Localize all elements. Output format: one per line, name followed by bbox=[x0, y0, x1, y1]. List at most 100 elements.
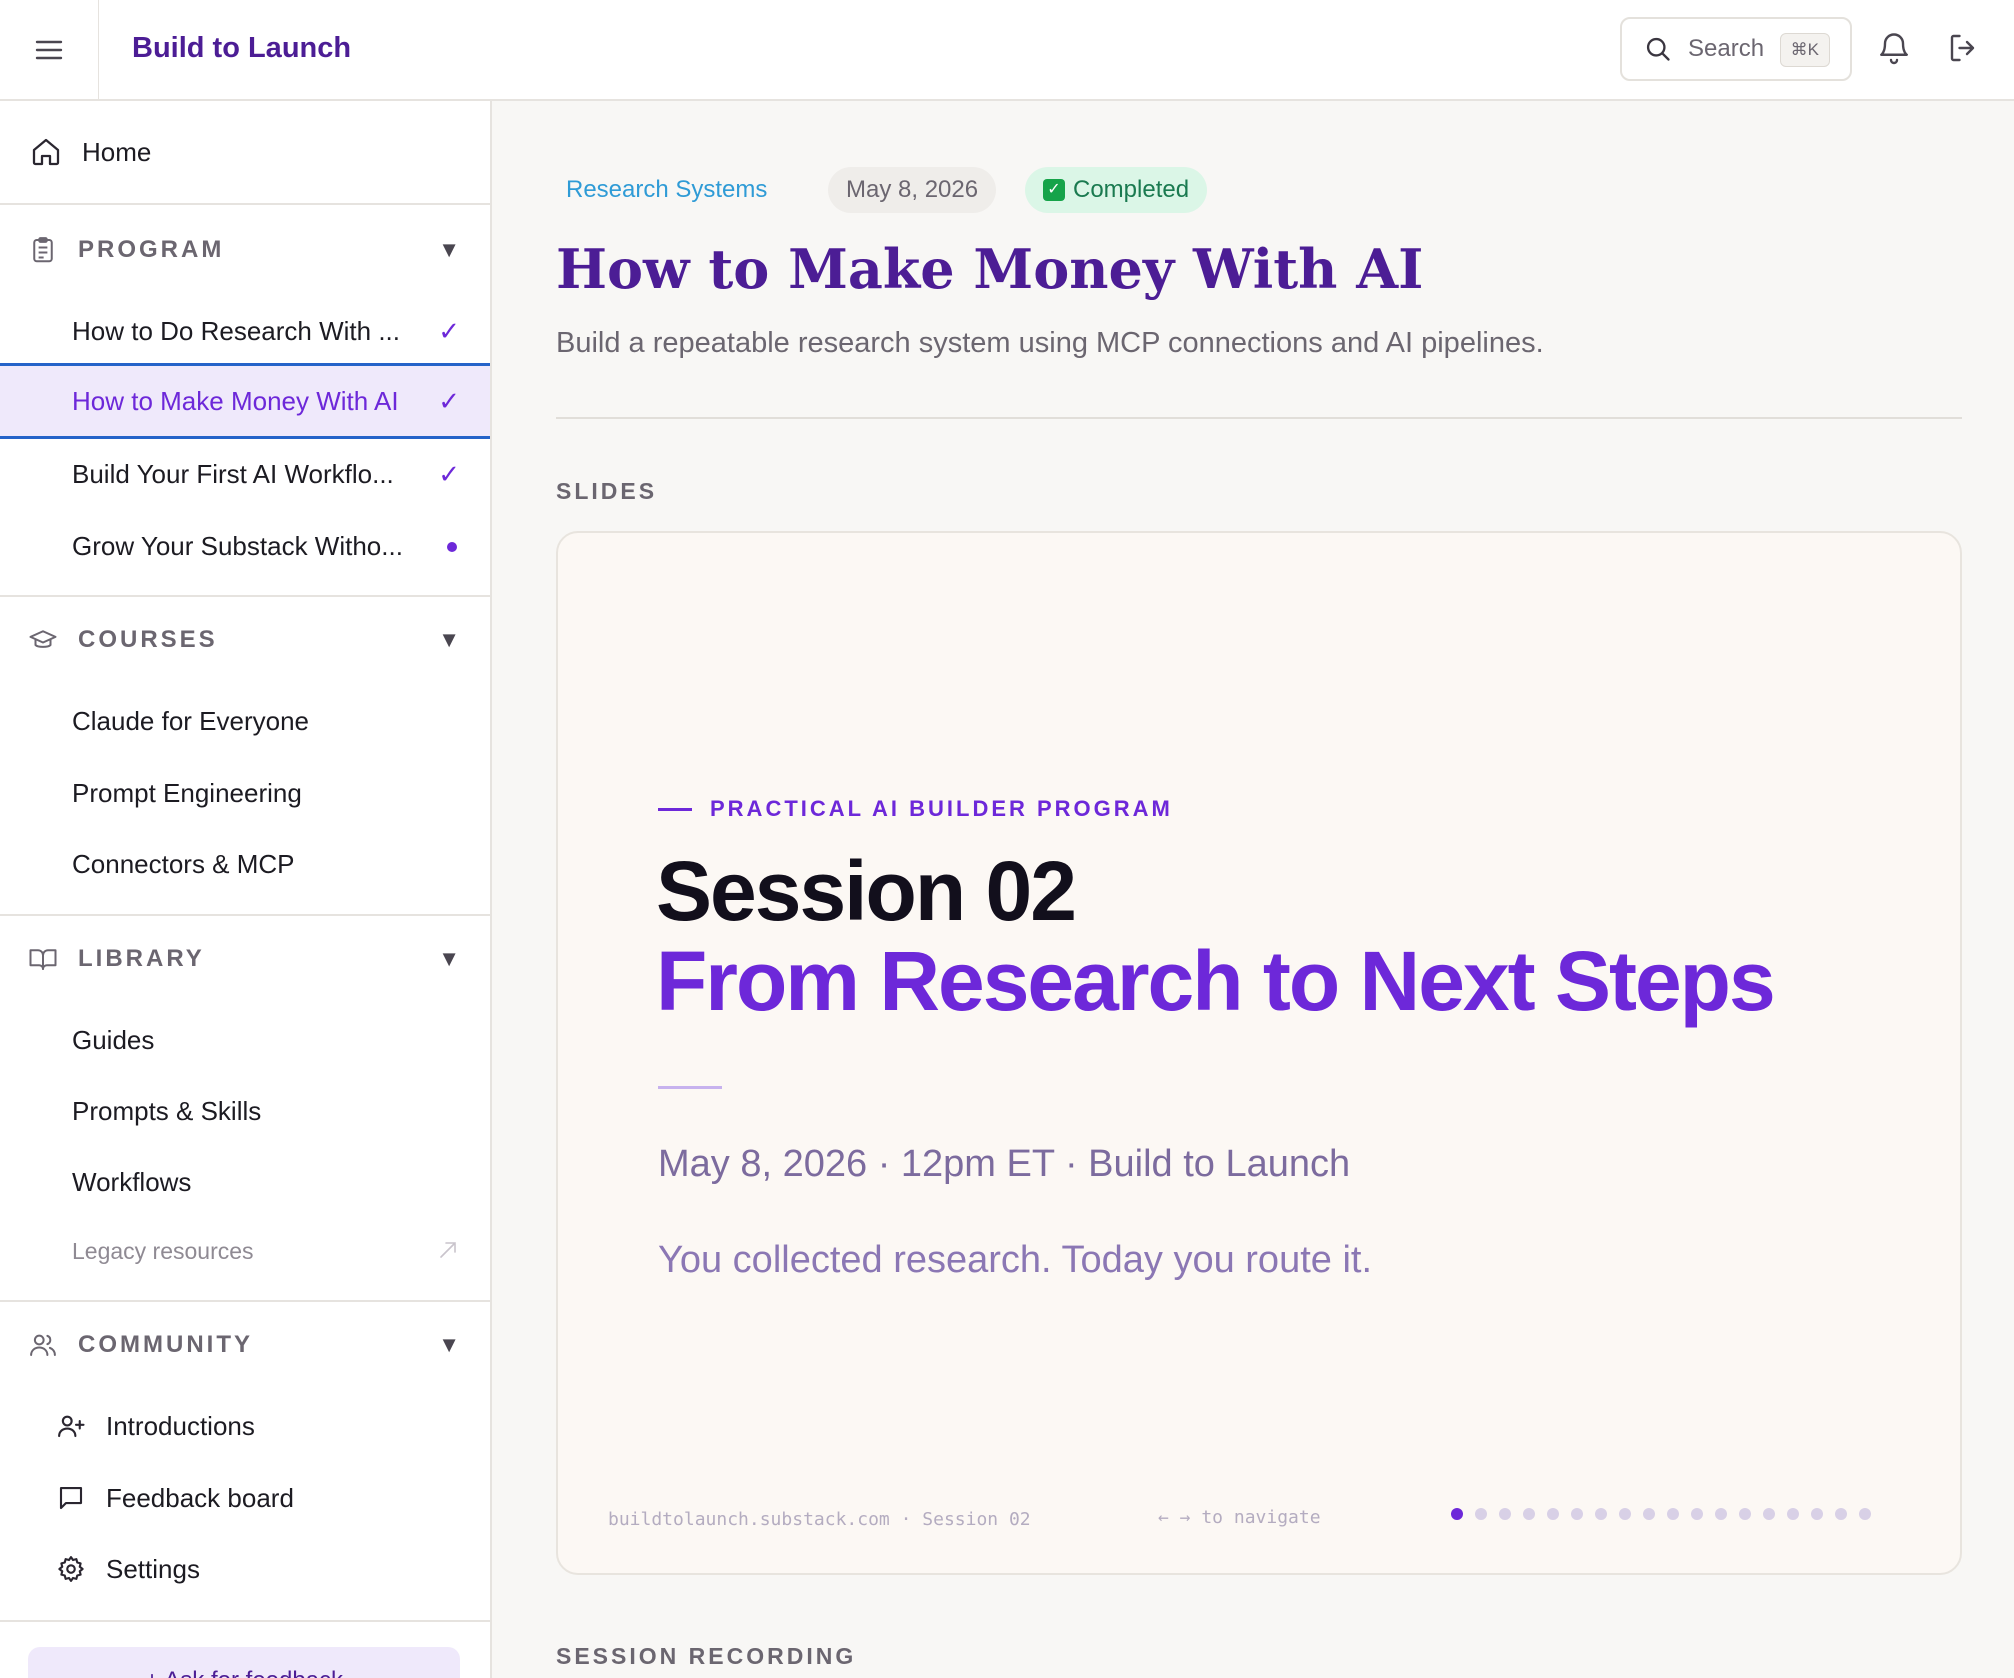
check-icon: ✓ bbox=[438, 316, 460, 346]
brand-title[interactable]: Build to Launch bbox=[132, 32, 351, 65]
slide-dot[interactable] bbox=[1595, 1508, 1607, 1520]
section-program-toggle[interactable]: PROGRAM ▼ bbox=[0, 215, 490, 285]
sidebar-item-program-money[interactable]: How to Make Money With AI ✓ bbox=[0, 363, 490, 439]
sidebar-item-feedback-board[interactable]: Feedback board bbox=[0, 1465, 490, 1531]
slide-eyebrow: PRACTICAL AI BUILDER PROGRAM bbox=[658, 796, 1173, 822]
hamburger-icon bbox=[35, 40, 63, 60]
sidebar-item-library-legacy[interactable]: Legacy resources bbox=[0, 1218, 490, 1284]
sidebar-item-course-prompt[interactable]: Prompt Engineering bbox=[0, 760, 490, 826]
slide-subtitle: From Research to Next Steps bbox=[656, 934, 1776, 1028]
sign-out-button[interactable] bbox=[1946, 30, 1982, 66]
sidebar-item-introductions[interactable]: Introductions bbox=[0, 1393, 490, 1459]
caret-down-icon: ▼ bbox=[438, 1332, 460, 1357]
sidebar-item-course-mcp[interactable]: Connectors & MCP bbox=[0, 831, 490, 897]
search-icon bbox=[1646, 37, 1670, 61]
sidebar-item-course-claude[interactable]: Claude for Everyone bbox=[0, 688, 490, 754]
section-courses-toggle[interactable]: COURSES ▼ bbox=[0, 605, 490, 675]
slide-meta: May 8, 2026 · 12pm ET · Build to Launch bbox=[658, 1143, 1351, 1185]
slides-heading: SLIDES bbox=[556, 478, 658, 504]
menu-button[interactable] bbox=[0, 0, 99, 100]
section-community-toggle[interactable]: COMMUNITY ▼ bbox=[0, 1310, 490, 1380]
search-shortcut: ⌘K bbox=[1779, 33, 1830, 67]
slide-pagination bbox=[1451, 1508, 1883, 1522]
slide-dot[interactable] bbox=[1619, 1508, 1631, 1520]
slide-viewer[interactable]: PRACTICAL AI BUILDER PROGRAM Session 02 … bbox=[556, 531, 1962, 1575]
section-label: COURSES bbox=[78, 626, 218, 653]
in-progress-dot bbox=[447, 542, 457, 552]
slide-nav-hint: ← → to navigate bbox=[1158, 1507, 1321, 1528]
slide-footer: buildtolaunch.substack.com · Session 02 bbox=[608, 1509, 1031, 1530]
top-bar: Build to Launch Search ⌘K bbox=[0, 0, 2014, 101]
slide-dot[interactable] bbox=[1691, 1508, 1703, 1520]
caret-down-icon: ▼ bbox=[438, 627, 460, 652]
slide-dot[interactable] bbox=[1787, 1508, 1799, 1520]
page-subtitle: Build a repeatable research system using… bbox=[556, 327, 1544, 359]
slide-dot[interactable] bbox=[1811, 1508, 1823, 1520]
slide-tagline: You collected research. Today you route … bbox=[658, 1239, 1373, 1281]
slide-dot[interactable] bbox=[1763, 1508, 1775, 1520]
search-label: Search bbox=[1688, 35, 1765, 62]
slide-dot[interactable] bbox=[1547, 1508, 1559, 1520]
sidebar-item-label: Home bbox=[82, 136, 152, 167]
slide-dot[interactable] bbox=[1643, 1508, 1655, 1520]
main-content: Research Systems May 8, 2026 ✓ Completed… bbox=[492, 101, 2014, 1678]
nav-item-label: Settings bbox=[106, 1553, 200, 1584]
slide-dot[interactable] bbox=[1667, 1508, 1679, 1520]
category-tag[interactable]: Research Systems bbox=[548, 167, 785, 213]
eyebrow-line bbox=[658, 807, 692, 811]
home-icon bbox=[32, 138, 60, 166]
divider bbox=[0, 914, 490, 916]
slide-dot[interactable] bbox=[1571, 1508, 1583, 1520]
sidebar-item-program-workflow[interactable]: Build Your First AI Workflo... ✓ bbox=[0, 441, 490, 507]
nav-item-label: Grow Your Substack Witho... bbox=[72, 530, 403, 561]
sidebar-item-program-substack[interactable]: Grow Your Substack Witho... bbox=[0, 513, 490, 579]
status-badge: ✓ Completed bbox=[1025, 167, 1208, 213]
slide-dot[interactable] bbox=[1739, 1508, 1751, 1520]
check-box-icon: ✓ bbox=[1043, 179, 1065, 201]
nav-item-label: Feedback board bbox=[106, 1482, 294, 1513]
nav-item-label: How to Do Research With ... bbox=[72, 315, 400, 346]
sidebar-item-settings[interactable]: Settings bbox=[0, 1536, 490, 1602]
sidebar-item-home[interactable]: Home bbox=[0, 101, 490, 205]
notifications-button[interactable] bbox=[1876, 30, 1912, 66]
divider bbox=[0, 1300, 490, 1302]
nav-item-label: Prompts & Skills bbox=[72, 1095, 262, 1126]
nav-item-label: Legacy resources bbox=[72, 1237, 254, 1264]
section-label: PROGRAM bbox=[78, 236, 225, 263]
eyebrow-label: PRACTICAL AI BUILDER PROGRAM bbox=[710, 796, 1173, 821]
search-button[interactable]: Search ⌘K bbox=[1620, 17, 1852, 81]
nav-item-label: Introductions bbox=[106, 1410, 255, 1441]
graduation-cap-icon bbox=[29, 630, 57, 648]
divider bbox=[556, 417, 1962, 419]
ask-feedback-button[interactable]: + Ask for feedback bbox=[28, 1647, 460, 1678]
slide-dot[interactable] bbox=[1475, 1508, 1487, 1520]
sidebar: Home PROGRAM ▼ How to Do Research With .… bbox=[0, 101, 492, 1678]
clipboard-icon bbox=[33, 237, 53, 263]
check-icon: ✓ bbox=[438, 459, 460, 489]
sidebar-item-program-research[interactable]: How to Do Research With ... ✓ bbox=[0, 298, 490, 364]
slide-dot[interactable] bbox=[1499, 1508, 1511, 1520]
slide-dot[interactable] bbox=[1451, 1508, 1463, 1520]
message-square-icon bbox=[59, 1486, 83, 1510]
gear-icon bbox=[58, 1556, 84, 1582]
sidebar-item-library-prompts[interactable]: Prompts & Skills bbox=[0, 1078, 490, 1144]
section-label: COMMUNITY bbox=[78, 1331, 253, 1358]
divider bbox=[0, 595, 490, 597]
user-plus-icon bbox=[58, 1415, 85, 1438]
sidebar-item-library-guides[interactable]: Guides bbox=[0, 1007, 490, 1073]
slide-dot[interactable] bbox=[1715, 1508, 1727, 1520]
caret-down-icon: ▼ bbox=[438, 946, 460, 971]
users-icon bbox=[30, 1334, 56, 1356]
sidebar-item-library-workflows[interactable]: Workflows bbox=[0, 1149, 490, 1215]
status-label: Completed bbox=[1073, 176, 1190, 203]
slide-dot[interactable] bbox=[1523, 1508, 1535, 1520]
slide-rule bbox=[658, 1086, 722, 1089]
slide-dot[interactable] bbox=[1859, 1508, 1871, 1520]
slide-dot[interactable] bbox=[1835, 1508, 1847, 1520]
book-icon bbox=[29, 949, 57, 970]
bell-icon bbox=[1880, 33, 1908, 65]
logout-icon bbox=[1950, 34, 1975, 62]
divider bbox=[0, 1620, 490, 1622]
section-library-toggle[interactable]: LIBRARY ▼ bbox=[0, 924, 490, 994]
page-title: How to Make Money With AI bbox=[556, 237, 1424, 301]
